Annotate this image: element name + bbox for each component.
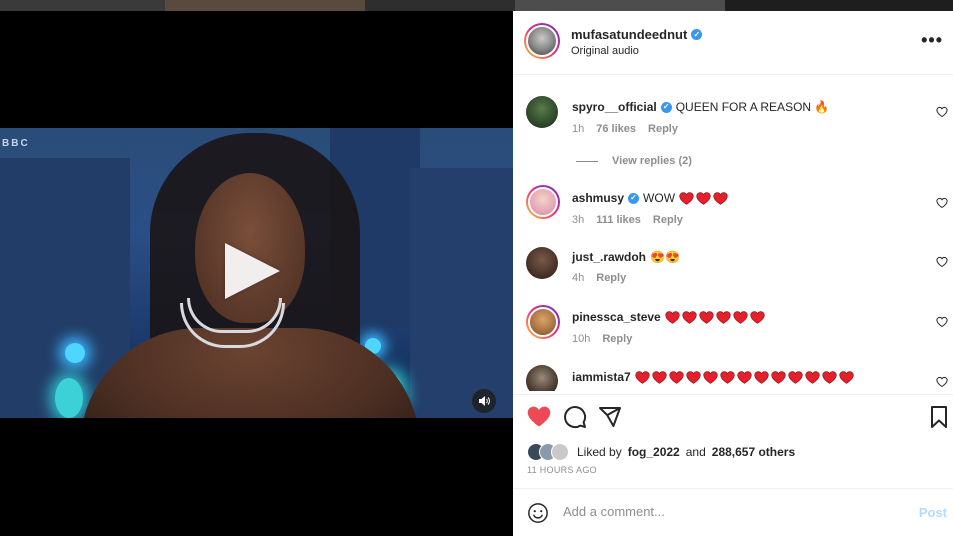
comment-likes[interactable]: 111 likes bbox=[596, 214, 641, 226]
more-options-icon[interactable]: ••• bbox=[921, 31, 943, 49]
liked-by-user[interactable]: fog_2022 bbox=[628, 445, 680, 459]
red-heart-emoji-icon bbox=[669, 370, 684, 384]
commenter-avatar[interactable] bbox=[526, 305, 560, 339]
share-send-icon[interactable] bbox=[598, 405, 622, 429]
add-comment-bar: Post bbox=[513, 488, 953, 536]
comment-time: 4h bbox=[572, 272, 585, 284]
comment-username[interactable]: ashmusy bbox=[572, 191, 624, 205]
commenter-avatar[interactable] bbox=[526, 247, 558, 279]
red-heart-emoji-icon bbox=[696, 191, 711, 205]
commenter-avatar[interactable] bbox=[526, 365, 558, 391]
background-feed-strip bbox=[0, 0, 953, 11]
red-heart-emoji-icon bbox=[805, 370, 820, 384]
red-heart-emoji-icon bbox=[716, 310, 731, 324]
comment-bubble-icon[interactable] bbox=[563, 405, 587, 429]
bookmark-save-icon[interactable] bbox=[927, 405, 951, 429]
author-avatar[interactable] bbox=[524, 23, 560, 59]
red-heart-emoji-icon bbox=[839, 370, 854, 384]
liker-avatars[interactable] bbox=[527, 443, 571, 461]
reply-button[interactable]: Reply bbox=[653, 214, 683, 226]
media-viewer: BBC bbox=[0, 11, 513, 536]
red-heart-emoji-icon bbox=[682, 310, 697, 324]
comment-username[interactable]: iammista7 bbox=[572, 370, 631, 384]
commenter-avatar[interactable] bbox=[526, 185, 560, 219]
heart-emojis bbox=[665, 310, 765, 324]
comment-item: just_.rawdoh 😍😍 4h Reply bbox=[513, 242, 953, 292]
comment-input[interactable] bbox=[563, 504, 893, 519]
comment-item: pinessca_steve 10h Reply bbox=[513, 301, 953, 351]
comment-time: 1h bbox=[572, 123, 585, 135]
play-icon[interactable] bbox=[225, 243, 280, 299]
comment-text: 😍😍 bbox=[650, 250, 680, 264]
comment-text: WOW bbox=[643, 191, 676, 205]
audio-label[interactable]: Original audio bbox=[571, 45, 639, 57]
verified-badge-icon: ✓ bbox=[628, 192, 640, 204]
likes-count[interactable]: 288,657 others bbox=[712, 445, 795, 459]
mute-button[interactable] bbox=[472, 389, 496, 413]
comment-username[interactable]: just_.rawdoh bbox=[572, 250, 646, 264]
red-heart-emoji-icon bbox=[686, 370, 701, 384]
view-replies-button[interactable]: View replies (2) bbox=[576, 155, 692, 167]
red-heart-emoji-icon bbox=[699, 310, 714, 324]
replies-divider bbox=[576, 160, 598, 162]
comment-like-icon[interactable] bbox=[936, 256, 948, 268]
liked-by-and: and bbox=[685, 445, 706, 459]
post-comment-button[interactable]: Post bbox=[919, 505, 947, 520]
post-header: mufasatundeednut ✓ Original audio ••• bbox=[513, 11, 953, 75]
red-heart-emoji-icon bbox=[750, 310, 765, 324]
red-heart-emoji-icon bbox=[665, 310, 680, 324]
red-heart-emoji-icon bbox=[635, 370, 650, 384]
speaker-icon bbox=[479, 396, 490, 406]
red-heart-emoji-icon bbox=[822, 370, 837, 384]
heart-emojis bbox=[635, 370, 854, 384]
red-heart-emoji-icon bbox=[733, 310, 748, 324]
video-player[interactable]: BBC bbox=[0, 128, 513, 418]
comment-time: 10h bbox=[572, 333, 591, 345]
comment-item: iammista7 bbox=[513, 365, 953, 391]
post-timestamp[interactable]: 11 HOURS AGO bbox=[527, 465, 597, 475]
comment-time: 3h bbox=[572, 214, 585, 226]
commenter-avatar[interactable] bbox=[526, 96, 558, 128]
comment-like-icon[interactable] bbox=[936, 376, 948, 388]
view-replies-label: View replies (2) bbox=[612, 155, 692, 167]
red-heart-emoji-icon bbox=[679, 191, 694, 205]
comment-item: spyro__official ✓ QUEEN FOR A REASON 🔥 1… bbox=[513, 92, 953, 142]
author-username[interactable]: mufasatundeednut bbox=[571, 27, 687, 42]
comment-like-icon[interactable] bbox=[936, 106, 948, 118]
comment-like-icon[interactable] bbox=[936, 197, 948, 209]
red-heart-emoji-icon bbox=[737, 370, 752, 384]
comment-likes[interactable]: 76 likes bbox=[596, 123, 636, 135]
heart-emojis bbox=[679, 191, 728, 205]
post-side-panel: mufasatundeednut ✓ Original audio ••• sp… bbox=[513, 11, 953, 536]
red-heart-emoji-icon bbox=[754, 370, 769, 384]
red-heart-emoji-icon bbox=[652, 370, 667, 384]
comments-list[interactable]: spyro__official ✓ QUEEN FOR A REASON 🔥 1… bbox=[513, 75, 953, 391]
red-heart-emoji-icon bbox=[771, 370, 786, 384]
video-watermark: BBC bbox=[2, 138, 30, 149]
red-heart-emoji-icon bbox=[703, 370, 718, 384]
liked-by-prefix: Liked by bbox=[577, 445, 622, 459]
red-heart-emoji-icon bbox=[788, 370, 803, 384]
red-heart-emoji-icon bbox=[713, 191, 728, 205]
comment-username[interactable]: spyro__official bbox=[572, 100, 657, 114]
verified-badge-icon: ✓ bbox=[691, 29, 703, 40]
comment-text: QUEEN FOR A REASON 🔥 bbox=[675, 100, 830, 114]
post-actions-bar bbox=[513, 394, 953, 434]
comment-like-icon[interactable] bbox=[936, 316, 948, 328]
reply-button[interactable]: Reply bbox=[648, 123, 678, 135]
verified-badge-icon: ✓ bbox=[660, 101, 672, 113]
reply-button[interactable]: Reply bbox=[596, 272, 626, 284]
likes-summary: Liked by fog_2022 and 288,657 others bbox=[527, 443, 795, 461]
comment-username[interactable]: pinessca_steve bbox=[572, 310, 661, 324]
reply-button[interactable]: Reply bbox=[602, 333, 632, 345]
comment-item: ashmusy ✓ WOW 3h 111 likes Reply bbox=[513, 182, 953, 232]
like-heart-icon[interactable] bbox=[527, 405, 551, 429]
red-heart-emoji-icon bbox=[720, 370, 735, 384]
emoji-picker-icon[interactable] bbox=[527, 502, 549, 524]
